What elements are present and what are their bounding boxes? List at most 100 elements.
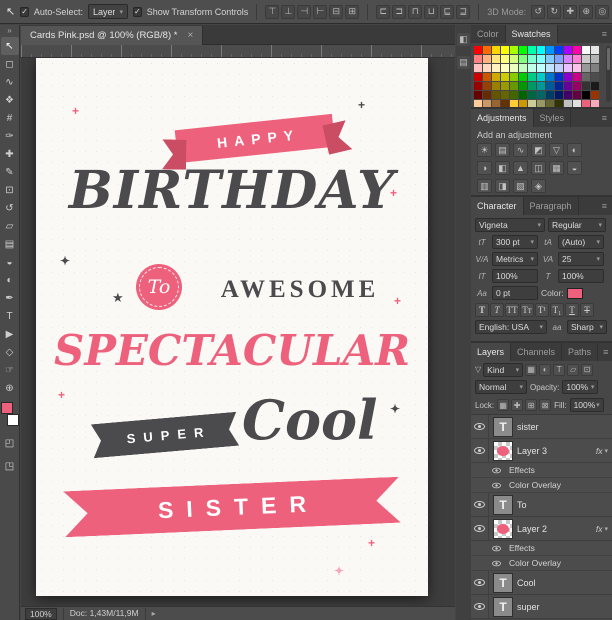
tracking-input[interactable]: 25 ▾ bbox=[558, 252, 604, 266]
tab-swatches[interactable]: Swatches bbox=[505, 25, 558, 43]
marquee-tool[interactable]: ◻ bbox=[1, 55, 19, 73]
layer-thumbnail[interactable] bbox=[493, 518, 513, 539]
layer-visibility-toggle[interactable] bbox=[487, 463, 505, 478]
text-layer-thumbnail[interactable]: T bbox=[493, 572, 513, 593]
color-swatch[interactable] bbox=[573, 100, 581, 107]
vibrance-icon[interactable]: ▽ bbox=[549, 143, 564, 157]
pen-tool[interactable]: ✒ bbox=[1, 289, 19, 307]
effect-row-effects[interactable]: Effects bbox=[471, 463, 612, 478]
color-swatch[interactable] bbox=[474, 82, 482, 90]
color-swatch[interactable] bbox=[510, 82, 518, 90]
layer-thumbnail[interactable] bbox=[493, 440, 513, 461]
color-swatch[interactable] bbox=[528, 64, 536, 72]
color-swatch[interactable] bbox=[564, 73, 572, 81]
effects-expand-icon[interactable]: ▾ bbox=[604, 525, 608, 533]
color-swatch[interactable] bbox=[501, 73, 509, 81]
filter-smart-objects-icon[interactable]: ⊡ bbox=[581, 363, 594, 376]
collapsed-panel-icon-1[interactable]: ◧ bbox=[457, 33, 470, 46]
language-dropdown[interactable]: English: USA ▾ bbox=[475, 320, 547, 334]
align-top-icon[interactable]: ⊤ bbox=[265, 4, 280, 19]
layer-row-layer-2[interactable]: Layer 2 fx ▾ bbox=[471, 517, 612, 541]
background-color-swatch[interactable] bbox=[6, 414, 19, 426]
text-color-swatch[interactable] bbox=[566, 287, 583, 299]
close-tab-icon[interactable]: × bbox=[187, 30, 193, 41]
layer-row-super[interactable]: Tsuper bbox=[471, 595, 612, 619]
fill-input[interactable]: 100% ▾ bbox=[569, 398, 604, 412]
color-swatch[interactable] bbox=[564, 64, 572, 72]
curves-icon[interactable]: ∿ bbox=[513, 143, 528, 157]
layer-row-to[interactable]: T To bbox=[471, 493, 612, 517]
color-swatch[interactable] bbox=[528, 91, 536, 99]
color-swatch[interactable] bbox=[483, 100, 491, 107]
threshold-icon[interactable]: ◨ bbox=[495, 179, 510, 193]
effect-row-effects[interactable]: Effects bbox=[471, 541, 612, 556]
lock-pixels-icon[interactable]: ✚ bbox=[511, 399, 524, 411]
color-swatch[interactable] bbox=[519, 55, 527, 63]
color-swatch[interactable] bbox=[582, 73, 590, 81]
color-swatch[interactable] bbox=[483, 55, 491, 63]
posterize-icon[interactable]: ▥ bbox=[477, 179, 492, 193]
document-tab[interactable]: Cards Pink.psd @ 100% (RGB/8) * × bbox=[21, 25, 204, 46]
3d-drag-icon[interactable]: ✚ bbox=[563, 4, 578, 19]
color-swatch[interactable] bbox=[510, 91, 518, 99]
color-swatch[interactable] bbox=[546, 91, 554, 99]
leading-input[interactable]: (Auto) ▾ bbox=[558, 235, 604, 249]
blend-mode-dropdown[interactable]: Normal ▾ bbox=[475, 380, 527, 394]
quick-mask-button[interactable]: ◰ bbox=[1, 434, 19, 452]
color-swatch[interactable] bbox=[591, 64, 599, 72]
color-swatch[interactable] bbox=[555, 91, 563, 99]
color-swatch[interactable] bbox=[546, 55, 554, 63]
color-swatch[interactable] bbox=[501, 64, 509, 72]
color-swatch[interactable] bbox=[474, 46, 482, 54]
color-balance-icon[interactable]: ◑ bbox=[477, 161, 492, 175]
color-swatch[interactable] bbox=[501, 100, 509, 107]
color-swatch[interactable] bbox=[474, 64, 482, 72]
layer-row-layer-3[interactable]: Layer 3 fx ▾ bbox=[471, 439, 612, 463]
color-swatch[interactable] bbox=[573, 73, 581, 81]
photo-filter-icon[interactable]: ▲ bbox=[513, 161, 528, 175]
color-swatch[interactable] bbox=[573, 91, 581, 99]
effects-expand-icon[interactable]: ▾ bbox=[604, 447, 608, 455]
panel-menu-icon[interactable]: ≡ bbox=[597, 25, 612, 43]
distribute-top-icon[interactable]: ⊓ bbox=[408, 4, 423, 19]
color-swatch[interactable] bbox=[519, 64, 527, 72]
eyedropper-tool[interactable]: ✑ bbox=[1, 127, 19, 145]
color-swatch[interactable] bbox=[591, 73, 599, 81]
color-swatch[interactable] bbox=[591, 91, 599, 99]
color-swatch[interactable] bbox=[528, 46, 536, 54]
color-swatch[interactable] bbox=[537, 64, 545, 72]
layer-row-sister[interactable]: Tsister bbox=[471, 415, 612, 439]
color-swatch[interactable] bbox=[510, 64, 518, 72]
color-swatch[interactable] bbox=[528, 100, 536, 107]
color-swatch[interactable] bbox=[573, 55, 581, 63]
color-swatch[interactable] bbox=[528, 73, 536, 81]
color-swatch[interactable] bbox=[564, 100, 572, 107]
color-swatch[interactable] bbox=[474, 73, 482, 81]
filter-adjustment-layers-icon[interactable]: ◐ bbox=[539, 363, 552, 376]
color-swatch[interactable] bbox=[528, 55, 536, 63]
swatches-scrollbar[interactable] bbox=[606, 46, 611, 102]
text-layer-thumbnail[interactable]: T bbox=[493, 494, 513, 515]
tab-adjustments[interactable]: Adjustments bbox=[471, 109, 534, 127]
color-swatch[interactable] bbox=[582, 46, 590, 54]
3d-roll-icon[interactable]: ↻ bbox=[547, 4, 562, 19]
color-swatch[interactable] bbox=[483, 82, 491, 90]
font-size-input[interactable]: 300 pt ▾ bbox=[492, 235, 538, 249]
color-swatch[interactable] bbox=[474, 55, 482, 63]
color-swatch[interactable] bbox=[519, 91, 527, 99]
blur-tool[interactable]: ◒ bbox=[1, 253, 19, 271]
color-swatch[interactable] bbox=[510, 46, 518, 54]
kerning-input[interactable]: Metrics ▾ bbox=[492, 252, 538, 266]
layer-row-cool[interactable]: T Cool bbox=[471, 571, 612, 595]
3d-slide-icon[interactable]: ⊕ bbox=[579, 4, 594, 19]
status-menu-arrow[interactable]: ▸ bbox=[152, 609, 156, 618]
small-caps-button[interactable]: Tᴛ bbox=[520, 303, 534, 317]
tab-styles[interactable]: Styles bbox=[534, 109, 572, 127]
horizontal-scale-input[interactable]: 100% bbox=[558, 269, 604, 283]
foreground-color-swatch[interactable] bbox=[0, 402, 13, 414]
color-swatch[interactable] bbox=[492, 64, 500, 72]
collapsed-panel-icon-2[interactable]: ▤ bbox=[457, 56, 470, 69]
text-layer-thumbnail[interactable]: T bbox=[493, 416, 513, 437]
color-swatch[interactable] bbox=[546, 82, 554, 90]
faux-italic-button[interactable]: T bbox=[490, 303, 504, 317]
